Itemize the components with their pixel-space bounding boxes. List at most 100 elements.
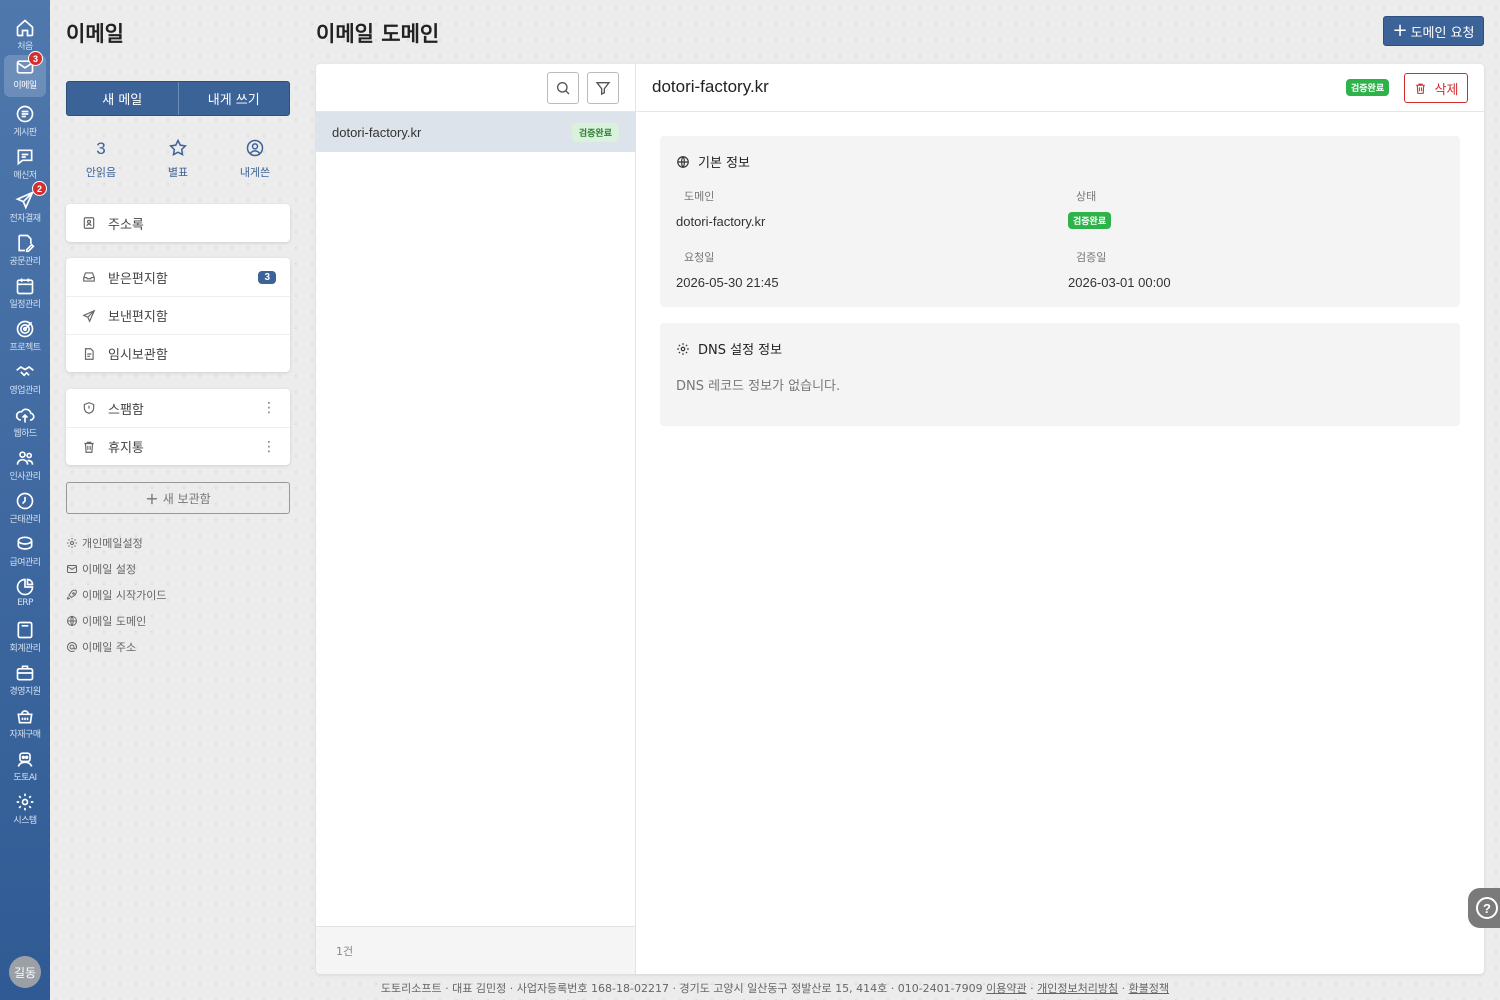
request-domain-label: 도메인 요청 — [1410, 25, 1475, 41]
starred-label: 별표 — [167, 166, 189, 179]
contacts-icon — [83, 217, 95, 229]
section-heading: DNS 설정 정보 — [676, 339, 782, 358]
board-icon — [16, 105, 34, 123]
draft-document-icon — [84, 347, 94, 360]
more-vertical-icon[interactable]: ⋮ — [262, 400, 276, 416]
domain-list-item[interactable]: dotori-factory.kr 검증완료 — [316, 112, 635, 152]
help-button[interactable]: ? — [1468, 888, 1500, 928]
rail-item-sales[interactable]: 영업관리 — [0, 360, 50, 402]
rail-item-hr[interactable]: 인사관리 — [0, 446, 50, 488]
link-label: 이메일 도메인 — [82, 615, 147, 628]
rail-label: 회계관리 — [9, 644, 41, 654]
link-email-settings[interactable]: 이메일 설정 — [66, 556, 166, 582]
rail-item-payroll[interactable]: 급여관리 — [0, 532, 50, 574]
gear-icon — [67, 538, 77, 548]
delete-button[interactable]: 삭제 — [1404, 73, 1468, 103]
rail-item-erp[interactable]: ERP — [0, 575, 50, 617]
coins-icon — [17, 536, 33, 550]
sidebar-title: 이메일 — [66, 22, 124, 46]
rail-item-board[interactable]: 게시판 — [0, 102, 50, 144]
rail-label: 영업관리 — [9, 386, 41, 396]
terms-link[interactable]: 이용약관 — [986, 982, 1026, 995]
folder-inbox[interactable]: 받은편지함 3 — [66, 258, 290, 296]
filter-button[interactable] — [587, 72, 619, 104]
rail-item-purchasing[interactable]: 자재구매 — [0, 704, 50, 746]
rail-item-system[interactable]: 시스템 — [0, 790, 50, 832]
gear-icon — [16, 793, 34, 811]
rail-item-project[interactable]: 프로젝트 — [0, 317, 50, 359]
rail-badge: 3 — [28, 51, 43, 66]
field-verified: 검증일 2026-03-01 00:00 — [1068, 249, 1171, 290]
rail-item-home[interactable]: 처음 — [0, 16, 50, 58]
rail-item-ai[interactable]: 도토AI — [0, 747, 50, 789]
calculator-icon — [17, 621, 33, 639]
quick-unread[interactable]: 3 안읽음 — [66, 138, 136, 180]
folder-label: 임시보관함 — [108, 348, 168, 363]
domain-panel: dotori-factory.kr 검증완료 1건 dotori-factory… — [316, 64, 1484, 974]
folder-label: 스팸함 — [108, 402, 144, 418]
request-domain-button[interactable]: + 도메인 요청 — [1383, 16, 1484, 46]
rail-label: 일정관리 — [9, 300, 41, 310]
rail-item-accounting[interactable]: 회계관리 — [0, 618, 50, 660]
more-vertical-icon[interactable]: ⋮ — [262, 439, 276, 455]
refund-link[interactable]: 환불정책 — [1129, 982, 1169, 995]
self-label: 내게쓴 — [239, 166, 271, 179]
rail-label: 게시판 — [13, 128, 37, 138]
basket-icon — [17, 710, 33, 724]
section-heading-text: DNS 설정 정보 — [698, 343, 783, 358]
chat-icon — [17, 149, 33, 166]
privacy-link[interactable]: 개인정보처리방침 — [1037, 982, 1118, 995]
field-value: dotori-factory.kr — [676, 214, 766, 229]
search-icon — [557, 82, 570, 95]
field-requested: 요청일 2026-05-30 21:45 — [676, 249, 779, 290]
address-book-link[interactable]: 주소록 — [66, 204, 290, 242]
link-label: 이메일 설정 — [82, 563, 137, 576]
link-start-guide[interactable]: 이메일 시작가이드 — [66, 582, 166, 608]
rail-item-webhard[interactable]: 웹하드 — [0, 403, 50, 445]
detail-title: dotori-factory.kr — [652, 77, 769, 96]
quick-self[interactable]: 내게쓴 — [220, 138, 290, 180]
rocket-icon — [66, 589, 77, 600]
new-mailbox-button[interactable]: + 새 보관함 — [66, 482, 290, 514]
filter-icon — [595, 82, 611, 96]
at-icon — [67, 642, 77, 652]
rail-label: 경영지원 — [9, 687, 41, 697]
help-icon: ? — [1476, 897, 1498, 919]
search-button[interactable] — [547, 72, 579, 104]
settings-links: 개인메일설정 이메일 설정 이메일 시작가이드 이메일 도메인 이메일 주소 — [66, 530, 166, 660]
rail-item-email[interactable]: 이메일 3 — [4, 51, 46, 97]
folder-drafts[interactable]: 임시보관함 — [66, 334, 290, 372]
rail-item-attendance[interactable]: 근태관리 — [0, 489, 50, 531]
briefcase-icon — [16, 665, 34, 681]
unread-label: 안읽음 — [85, 166, 117, 179]
rail-item-schedule[interactable]: 일정관리 — [0, 274, 50, 316]
rail-label: 급여관리 — [9, 558, 41, 568]
rail-item-management[interactable]: 경영지원 — [0, 661, 50, 703]
new-mailbox-label: 새 보관함 — [162, 491, 211, 506]
domain-list: dotori-factory.kr 검증완료 1건 — [316, 64, 636, 974]
write-to-self-button[interactable]: 내게 쓰기 — [177, 82, 290, 115]
link-email-domain[interactable]: 이메일 도메인 — [66, 608, 166, 634]
rail-label: 웹하드 — [13, 429, 37, 439]
link-email-address[interactable]: 이메일 주소 — [66, 634, 166, 660]
user-avatar[interactable]: 길동 — [9, 956, 41, 988]
link-label: 이메일 주소 — [82, 641, 137, 654]
plus-icon: + — [1392, 20, 1408, 41]
link-personal-settings[interactable]: 개인메일설정 — [66, 530, 166, 556]
calendar-icon — [16, 278, 34, 295]
quick-starred[interactable]: 별표 — [143, 138, 213, 180]
new-mail-button[interactable]: 새 메일 — [67, 82, 178, 115]
inbox-count-badge: 3 — [258, 270, 276, 284]
folder-sent[interactable]: 보낸편지함 — [66, 296, 290, 334]
folder-card: 받은편지함 3 보낸편지함 임시보관함 — [66, 258, 290, 372]
footer: 도토리소프트 · 대표 김민정 · 사업자등록번호 168-18-02217 ·… — [380, 982, 1170, 995]
rail-item-approval[interactable]: 전자결재 2 — [0, 181, 50, 230]
unread-count: 3 — [96, 139, 106, 158]
rail-item-official-docs[interactable]: 공문관리 — [0, 231, 50, 273]
field-label: 검증일 — [1076, 251, 1107, 264]
home-icon — [16, 19, 34, 37]
rail-label: 인사관리 — [9, 472, 41, 482]
folder-spam[interactable]: 스팸함 ⋮ — [66, 389, 290, 427]
section-heading-text: 기본 정보 — [698, 156, 750, 171]
folder-trash[interactable]: 휴지통 ⋮ — [66, 427, 290, 465]
